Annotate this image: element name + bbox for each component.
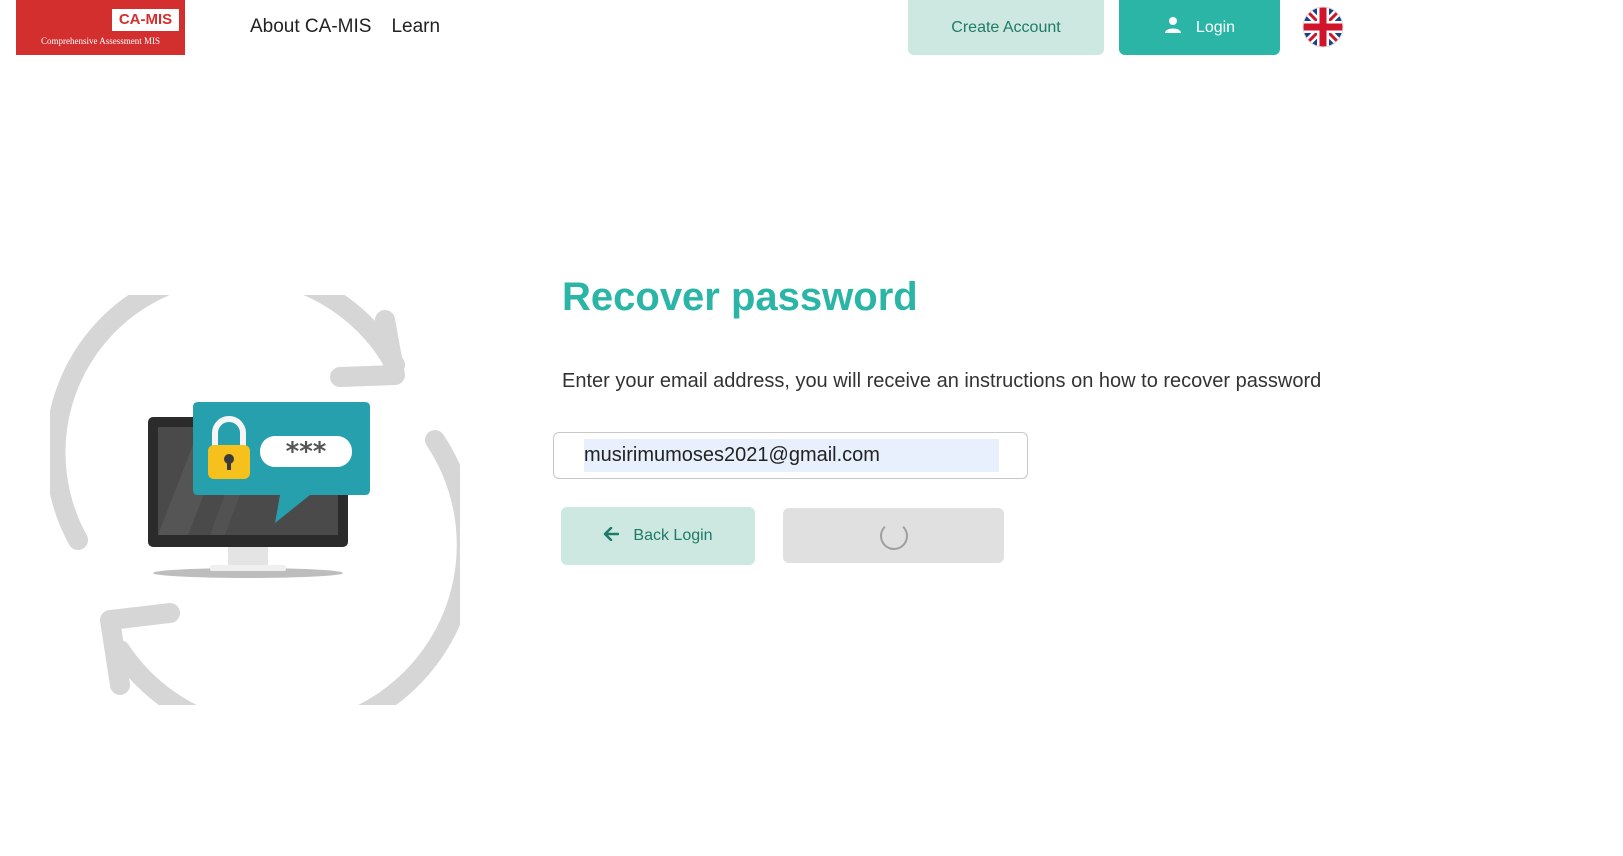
email-field-wrapper: [553, 432, 1028, 479]
page-title: Recover password: [562, 275, 918, 319]
back-login-button[interactable]: Back Login: [561, 507, 755, 565]
uk-flag-icon[interactable]: [1302, 6, 1344, 48]
email-field[interactable]: [584, 439, 999, 472]
user-icon: [1164, 16, 1182, 39]
create-account-button[interactable]: Create Account: [908, 0, 1104, 55]
arrow-left-icon: [603, 526, 620, 546]
nav-about[interactable]: About CA-MIS: [250, 16, 371, 38]
logo[interactable]: CA-MIS Comprehensive Assessment MIS: [16, 0, 185, 55]
login-label: Login: [1195, 18, 1236, 36]
logo-mark: CA-MIS: [112, 9, 179, 31]
back-login-label: Back Login: [633, 527, 713, 544]
logo-tagline: Comprehensive Assessment MIS: [41, 36, 160, 46]
loading-spinner-icon: [879, 521, 908, 550]
instructions-text: Enter your email address, you will recei…: [562, 370, 1322, 392]
submit-button[interactable]: [783, 508, 1004, 563]
login-button[interactable]: Login: [1119, 0, 1280, 55]
password-recovery-illustration: ***: [45, 261, 477, 745]
nav-learn[interactable]: Learn: [391, 16, 440, 38]
svg-text:***: ***: [286, 437, 327, 467]
create-account-label: Create Account: [951, 18, 1061, 36]
top-nav: About CA-MIS Learn: [250, 16, 440, 38]
